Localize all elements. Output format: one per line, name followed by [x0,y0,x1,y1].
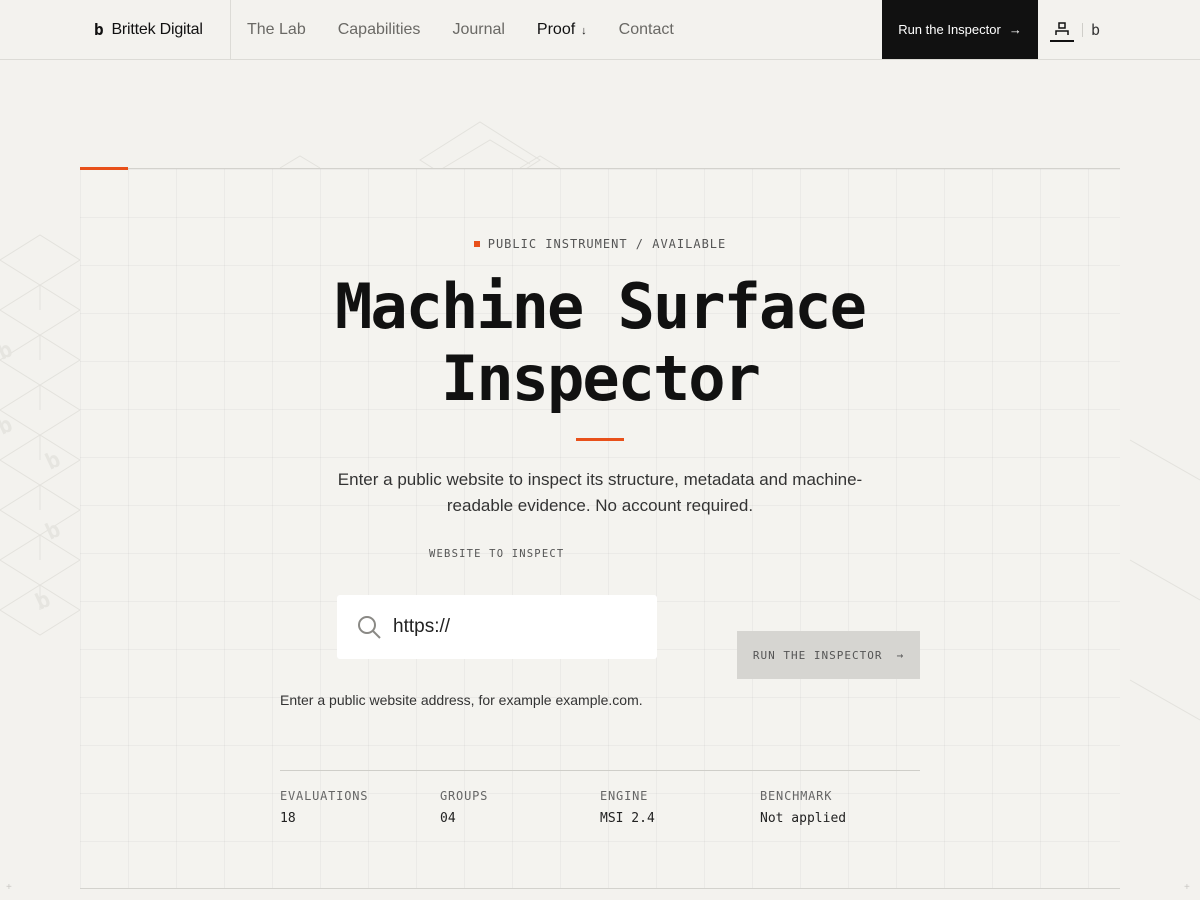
arrow-right-icon: → [896,648,905,662]
status-dot-icon [473,241,480,247]
nav-link-journal[interactable]: Journal [452,21,504,39]
eyebrow-label: PUBLIC INSTRUMENT / AVAILABLE [487,237,727,251]
svg-text:b: b [42,447,65,475]
search-icon [358,616,381,639]
arrow-down-icon: ↓ [581,24,587,37]
stats-divider [280,770,920,771]
website-input-box[interactable] [337,595,657,659]
nav-icon-group: b [1050,0,1100,59]
stat-groups: GROUPS 04 [440,789,600,826]
title-accent-rule [576,438,624,441]
nav-divider [230,0,231,59]
nav-links: The Lab Capabilities Journal Proof ↓ Cont… [247,0,674,59]
stat-engine: ENGINE MSI 2.4 [600,789,760,826]
page-title-line-1: Machine Surface [335,270,867,343]
nav-link-proof[interactable]: Proof ↓ [537,21,587,39]
stat-value: Not applied [760,811,847,826]
stat-label: BENCHMARK [760,789,833,803]
stat-benchmark: BENCHMARK Not applied [760,789,920,826]
stat-label: GROUPS [440,789,489,803]
arrow-right-icon: → [1008,22,1022,37]
page-title: Machine Surface Inspector [80,271,1120,415]
nav-link-capabilities[interactable]: Capabilities [338,21,421,39]
run-inspector-nav-button[interactable]: Run the Inspector → [882,0,1038,59]
svg-text:b: b [0,412,17,440]
website-url-input[interactable] [393,616,633,638]
stat-label: EVALUATIONS [280,789,369,803]
run-inspector-label: RUN THE INSPECTOR [752,648,883,662]
inspector-card: PUBLIC INSTRUMENT / AVAILABLE Machine Su… [80,167,1120,889]
svg-text:+: + [6,882,12,893]
user-icon [1055,21,1069,35]
stat-value: MSI 2.4 [600,811,655,826]
nav-link-contact[interactable]: Contact [619,21,674,39]
brand-b-icon[interactable]: b [1091,21,1100,39]
page-title-line-2: Inspector [441,342,761,415]
brand-mark-icon: b [94,20,104,39]
page-subtitle: Enter a public website to inspect its st… [337,470,863,515]
input-helper-text: Enter a public website address, for exam… [280,692,643,708]
stat-evaluations: EVALUATIONS 18 [280,789,440,826]
nav-link-the-lab[interactable]: The Lab [247,21,306,39]
run-inspector-button[interactable]: RUN THE INSPECTOR → [737,631,920,679]
brand-name: Brittek Digital [111,20,203,38]
brand-logo[interactable]: b Brittek Digital [94,0,203,59]
nav-link-proof-label: Proof [536,20,576,38]
stat-label: ENGINE [600,789,649,803]
stat-value: 04 [440,811,456,826]
eyebrow-status: PUBLIC INSTRUMENT / AVAILABLE [80,237,1120,251]
top-navigation: b Brittek Digital The Lab Capabilities J… [0,0,1200,60]
user-account-button[interactable] [1050,18,1074,42]
icon-separator [1082,22,1083,37]
stats-row: EVALUATIONS 18 GROUPS 04 ENGINE MSI 2.4 … [280,789,920,826]
stat-value: 18 [280,811,296,826]
card-accent-bar [80,167,128,170]
svg-text:+: + [1184,882,1190,893]
run-inspector-nav-label: Run the Inspector [898,22,1001,37]
website-field-label: WEBSITE TO INSPECT [429,548,565,560]
